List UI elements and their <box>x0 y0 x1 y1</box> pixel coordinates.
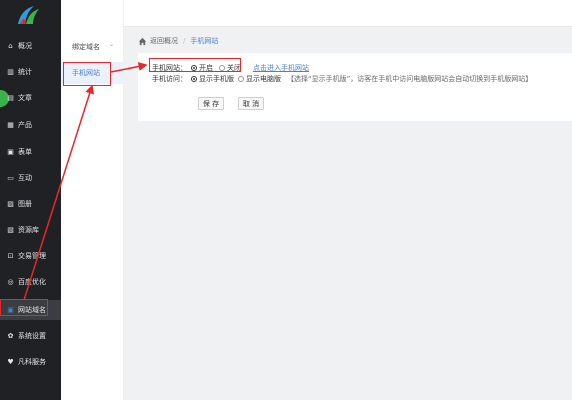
sidebar-item-label: 交易管理 <box>18 252 46 260</box>
show-mobile-radio[interactable]: 显示手机版 <box>191 74 234 84</box>
radio-checked-icon <box>191 76 197 82</box>
heart-icon: ♥ <box>7 358 14 366</box>
mobile-access-label: 手机访问： <box>152 75 187 83</box>
show-pc-label: 显示电脑版 <box>246 75 281 83</box>
enter-mobile-site-link[interactable]: 点击进入手机网站 <box>253 63 309 73</box>
article-icon: ▤ <box>7 94 14 102</box>
chevron-down-icon: ⌄ <box>109 41 115 48</box>
mobile-access-row: 手机访问： 显示手机版 显示电脑版 【选择“显示手机版”，访客在手机中访问电脑版… <box>152 73 532 85</box>
highlight-box-domain-menu <box>0 299 48 316</box>
logo-icon <box>18 6 39 24</box>
library-icon: ▧ <box>7 226 14 234</box>
sidebar-item-4[interactable]: ▣ 表单 <box>0 142 61 162</box>
sidebar-item-label: 资源库 <box>18 226 39 234</box>
sidebar-item-0[interactable]: ⌂ 概况 <box>0 36 61 56</box>
sidebar-item-7[interactable]: ▧ 资源库 <box>0 220 61 240</box>
sidebar-item-5[interactable]: ▭ 互动 <box>0 168 61 188</box>
seo-icon: ◎ <box>7 278 14 286</box>
breadcrumb-current: 手机网站 <box>190 37 219 45</box>
breadcrumb-separator: / <box>183 37 186 45</box>
top-bar <box>124 0 572 27</box>
sidebar-item-2[interactable]: ▤ 文章 <box>0 88 61 108</box>
home-icon[interactable] <box>138 37 147 46</box>
show-mobile-label: 显示手机版 <box>199 75 234 83</box>
sidebar-item-label: 凡科服务 <box>18 358 46 366</box>
mobile-access-hint: 【选择“显示手机版”，访客在手机中访问电脑版网站会自动切换到手机版网站】 <box>287 75 533 83</box>
sidebar-item-label: 统计 <box>18 68 32 76</box>
sidebar-item-label: 表单 <box>18 148 32 156</box>
gear-icon: ✿ <box>7 332 14 340</box>
breadcrumb-back-link[interactable]: 返回概况 <box>150 36 178 46</box>
submenu-bind-domain[interactable]: 绑定域名 ⌄ <box>61 36 124 58</box>
sidebar-item-label: 概况 <box>18 42 32 50</box>
sidebar-item-label: 百度优化 <box>18 278 46 286</box>
sidebar-item-8[interactable]: ⊡ 交易管理 <box>0 246 61 266</box>
sidebar-item-12[interactable]: ♥ 凡科服务 <box>0 352 61 372</box>
sidebar-item-label: 互动 <box>18 174 32 182</box>
trade-icon: ⊡ <box>7 252 14 260</box>
grid-icon: ▦ <box>7 121 14 129</box>
sidebar-item-1[interactable]: ▥ 统计 <box>0 62 61 82</box>
radio-unchecked-icon <box>238 76 244 82</box>
cancel-button[interactable]: 取 消 <box>238 97 264 110</box>
sidebar-item-3[interactable]: ▦ 产品 <box>0 115 61 135</box>
form-icon: ▣ <box>7 148 14 156</box>
show-pc-radio[interactable]: 显示电脑版 <box>238 74 281 84</box>
submenu-head-label: 绑定域名 <box>72 43 100 51</box>
save-button[interactable]: 保 存 <box>198 97 224 110</box>
sidebar-item-label: 文章 <box>18 94 32 102</box>
stats-icon: ▥ <box>7 68 14 76</box>
sidebar-item-label: 图册 <box>18 200 32 208</box>
image-icon: ▨ <box>7 200 14 208</box>
sidebar-item-label: 系统设置 <box>18 332 46 340</box>
sidebar-item-11[interactable]: ✿ 系统设置 <box>0 326 61 346</box>
sidebar-item-label: 产品 <box>18 121 32 129</box>
breadcrumb: 返回概况 / 手机网站 <box>138 34 218 48</box>
highlight-box-mobile-toggle <box>149 58 241 72</box>
highlight-box-submenu-item <box>63 62 111 86</box>
chat-icon: ▭ <box>7 174 14 182</box>
sub-menu: 绑定域名 ⌄ 手机网站 <box>61 0 124 400</box>
home-icon: ⌂ <box>8 42 13 50</box>
sidebar-item-6[interactable]: ▨ 图册 <box>0 194 61 214</box>
sidebar-item-9[interactable]: ◎ 百度优化 <box>0 272 61 292</box>
